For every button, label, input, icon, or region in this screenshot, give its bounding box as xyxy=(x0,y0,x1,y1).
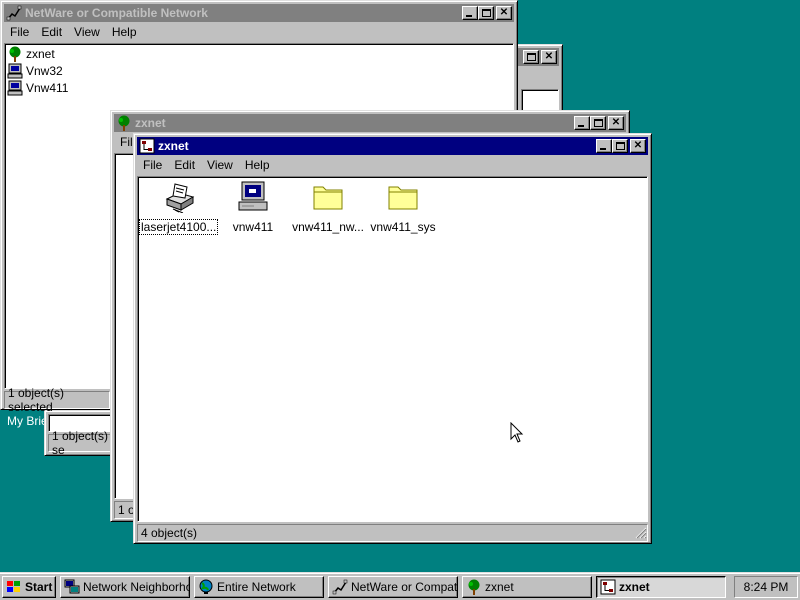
menu-view[interactable]: View xyxy=(201,158,239,172)
close-button[interactable]: ✕ xyxy=(541,50,557,64)
system-tray: 8:24 PM xyxy=(734,576,798,598)
zxnet-menubar: File Edit View Help xyxy=(137,156,648,174)
menu-view[interactable]: View xyxy=(68,25,106,39)
netware-menubar: File Edit View Help xyxy=(4,23,514,41)
close-button[interactable]: ✕ xyxy=(496,6,512,20)
computer-icon xyxy=(7,80,23,96)
taskbar-button-label: Network Neighborho... xyxy=(83,580,189,594)
close-icon: ✕ xyxy=(499,7,509,18)
tree-icon xyxy=(468,579,480,595)
taskbar-button-zxnet-2[interactable]: zxnet xyxy=(596,576,726,598)
zxnet-back-titlebar[interactable]: zxnet ✕ xyxy=(114,114,626,132)
menu-help[interactable]: Help xyxy=(106,25,143,39)
folder-icon xyxy=(388,186,418,210)
icon-item-label: vnw411_sys xyxy=(370,220,436,234)
zxnet-title: zxnet xyxy=(158,139,189,153)
tree-item-label: Vnw32 xyxy=(26,64,63,78)
taskbar-button-label: zxnet xyxy=(619,580,650,594)
globe-icon xyxy=(199,579,213,594)
taskbar-button-entire-network[interactable]: Entire Network xyxy=(194,576,324,598)
netware-tree-icon xyxy=(139,138,155,154)
taskbar-button-label: zxnet xyxy=(485,580,514,594)
zxnet-back-title: zxnet xyxy=(135,116,166,130)
zxnet-status: 4 object(s) xyxy=(137,524,648,542)
close-button[interactable]: ✕ xyxy=(630,139,646,153)
maximize-icon xyxy=(615,142,625,150)
zxnet-icon-view[interactable]: laserjet4100... vnw411 vnw411_nw... vnw4… xyxy=(137,176,648,522)
resize-grip-icon[interactable] xyxy=(635,527,647,539)
network-neighborhood-icon xyxy=(64,579,80,594)
netware-tree-icon xyxy=(600,579,616,595)
icon-item-label: vnw411_nw... xyxy=(292,220,364,234)
hidden-window-client xyxy=(521,89,559,111)
menu-file[interactable]: File xyxy=(137,158,168,172)
printer-icon xyxy=(165,183,195,214)
close-icon: ✕ xyxy=(544,51,554,62)
computer-icon xyxy=(238,181,268,211)
netware-titlebar[interactable]: NetWare or Compatible Network ✕ xyxy=(4,4,514,22)
netware-status: 1 object(s) selected xyxy=(4,386,110,414)
icon-item-label: vnw411 xyxy=(232,220,274,234)
menu-edit[interactable]: Edit xyxy=(168,158,201,172)
tree-item-label: Vnw411 xyxy=(26,81,69,95)
menu-help[interactable]: Help xyxy=(239,158,276,172)
tree-icon xyxy=(9,46,21,62)
netware-title: NetWare or Compatible Network xyxy=(25,6,208,20)
tree-item-zxnet[interactable]: zxnet xyxy=(7,46,55,62)
minimize-button[interactable] xyxy=(596,139,612,153)
netware-icon xyxy=(332,579,348,595)
icon-item-vnw411[interactable]: vnw411 xyxy=(215,181,291,234)
netware-icon xyxy=(6,5,22,21)
taskbar-button-netware[interactable]: NetWare or Compati... xyxy=(328,576,458,598)
icon-item-label: laserjet4100... xyxy=(138,219,219,235)
maximize-icon xyxy=(593,119,603,127)
minimize-icon xyxy=(600,148,606,150)
icon-item-laserjet[interactable]: laserjet4100... xyxy=(138,181,219,235)
menu-edit[interactable]: Edit xyxy=(35,25,68,39)
tree-item-vnw32[interactable]: Vnw32 xyxy=(7,63,63,79)
maximize-button[interactable] xyxy=(612,139,628,153)
computer-icon xyxy=(7,63,23,79)
tree-icon xyxy=(118,115,130,131)
tree-item-label: zxnet xyxy=(26,47,55,61)
maximize-button[interactable] xyxy=(590,116,606,130)
maximize-icon xyxy=(481,9,491,17)
start-label: Start xyxy=(25,580,53,594)
taskbar-button-label: NetWare or Compati... xyxy=(351,580,458,594)
minimize-icon xyxy=(578,125,584,127)
icon-item-vnw411-sys[interactable]: vnw411_sys xyxy=(365,181,441,234)
close-icon: ✕ xyxy=(611,117,621,128)
windows-logo-icon xyxy=(7,581,20,592)
zxnet-window[interactable]: zxnet ✕ File Edit View Help laserjet4100… xyxy=(133,133,652,544)
mouse-cursor-icon xyxy=(510,422,524,443)
taskbar-button-label: Entire Network xyxy=(217,580,296,594)
taskbar-button-network-neighborhood[interactable]: Network Neighborho... xyxy=(60,576,190,598)
start-button[interactable]: Start xyxy=(2,576,56,598)
clock[interactable]: 8:24 PM xyxy=(744,580,789,594)
minimize-button[interactable] xyxy=(574,116,590,130)
hidden-window-titlebar[interactable]: ✕ xyxy=(512,48,559,66)
zxnet-titlebar[interactable]: zxnet ✕ xyxy=(137,137,648,155)
tree-item-vnw411[interactable]: Vnw411 xyxy=(7,80,68,96)
icon-item-vnw411-nw[interactable]: vnw411_nw... xyxy=(290,181,366,234)
taskbar: Start Network Neighborho... Entire Netwo… xyxy=(0,572,800,600)
minimize-button[interactable] xyxy=(462,6,478,20)
folder-icon xyxy=(313,186,343,210)
minimize-icon xyxy=(466,15,472,17)
maximize-icon xyxy=(526,53,536,61)
close-button[interactable]: ✕ xyxy=(608,116,624,130)
maximize-button[interactable] xyxy=(523,50,539,64)
maximize-button[interactable] xyxy=(478,6,494,20)
menu-file[interactable]: File xyxy=(4,25,35,39)
close-icon: ✕ xyxy=(633,140,643,151)
taskbar-button-zxnet-1[interactable]: zxnet xyxy=(462,576,592,598)
